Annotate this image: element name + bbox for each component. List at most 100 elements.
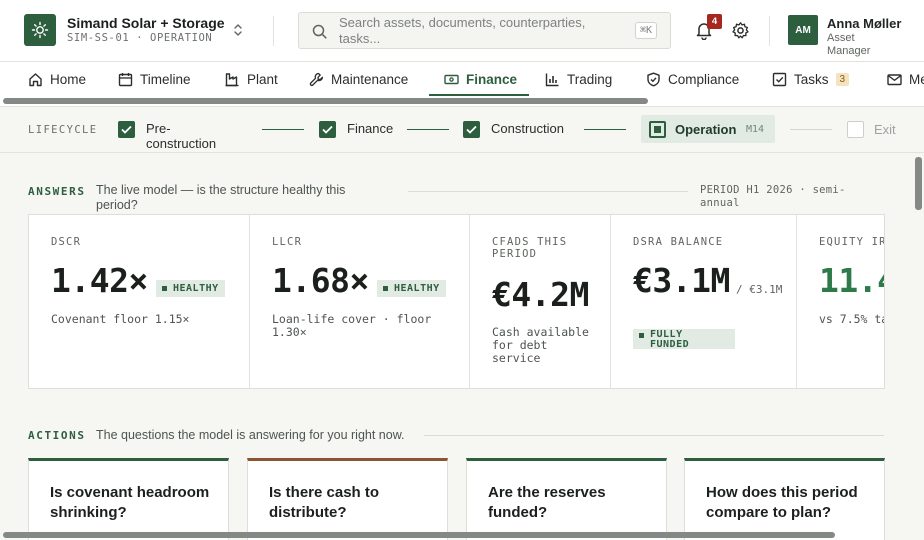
action-question: Are the reserves funded? <box>488 484 606 521</box>
kpi-label: DSCR <box>51 236 82 248</box>
lifecycle-step-finance[interactable]: Finance <box>319 121 393 138</box>
kpi-target: / €3.1M <box>736 283 783 296</box>
search-input[interactable]: Search assets, documents, counterparties… <box>298 12 671 49</box>
nav-label: Trading <box>567 71 613 87</box>
avatar[interactable]: AM <box>788 15 818 45</box>
lifecycle-step-label: Pre-construction <box>146 121 217 151</box>
lifecycle-step-exit[interactable]: Exit <box>874 122 896 137</box>
project-name[interactable]: Simand Solar + Storage <box>67 15 225 31</box>
nav-item-home[interactable]: Home <box>28 62 86 96</box>
chart-icon <box>545 73 559 86</box>
kpi-value: 1.42× <box>51 261 148 300</box>
gear-icon[interactable] <box>731 21 750 45</box>
kpi-dscr[interactable]: DSCR 1.42× HEALTHY Covenant floor 1.15× <box>29 215 250 388</box>
checkbox-icon <box>772 72 787 86</box>
check-icon <box>118 121 135 138</box>
action-question: Is covenant headroom shrinking? <box>50 484 210 521</box>
lifecycle-step-label: Finance <box>347 121 394 136</box>
action-card[interactable]: Are the reserves funded? <box>466 458 667 540</box>
kpi-cfads[interactable]: CFADS THIS PERIOD €4.2M Cash available f… <box>470 215 611 388</box>
nav-item-finance[interactable]: Finance <box>444 62 517 96</box>
kpi-note: vs 7.5% target <box>819 312 884 326</box>
nav-label: Finance <box>466 71 518 87</box>
kpi-label: LLCR <box>272 236 303 248</box>
action-card[interactable]: Is there cash to distribute? <box>247 458 448 540</box>
lifecycle-step-operation[interactable]: Operation M14 <box>641 115 775 143</box>
answers-tag: ANSWERS <box>28 185 86 198</box>
kpi-note: Cash available for debt service <box>492 325 589 365</box>
actions-tag: ACTIONS <box>28 429 86 442</box>
lifecycle-step-meta: M14 <box>746 124 765 135</box>
nav-item-timeline[interactable]: Timeline <box>118 62 191 96</box>
kpi-value: 1.68× <box>272 261 369 300</box>
user-role: Asset Manager <box>827 32 871 57</box>
nav-item-tasks[interactable]: Tasks 3 <box>772 62 850 96</box>
header-divider <box>273 16 274 46</box>
nav-item-maintenance[interactable]: Maintenance <box>309 62 408 96</box>
nav-label: Home <box>50 71 87 87</box>
main-nav: Home Timeline Plant Maintenance Finance … <box>0 62 924 107</box>
lifecycle-step-label: Construction <box>491 121 564 136</box>
search-placeholder: Search assets, documents, counterparties… <box>339 15 586 46</box>
banknote-icon <box>444 74 459 84</box>
nav-item-compliance[interactable]: Compliance <box>646 62 739 96</box>
nav-label: Me <box>909 71 924 87</box>
nav-label: Timeline <box>140 71 191 87</box>
action-card[interactable]: How does this period compare to plan? <box>684 458 885 540</box>
pending-step-icon[interactable] <box>847 121 864 138</box>
lifecycle-step-preconstruction[interactable]: Pre-construction <box>118 121 236 151</box>
kpi-llcr[interactable]: LLCR 1.68× HEALTHY Loan-life cover · flo… <box>250 215 470 388</box>
kpi-equity-irr[interactable]: EQUITY IRR 11.4% vs 7.5% target <box>797 215 884 388</box>
kpi-dsra[interactable]: DSRA BALANCE €3.1M / €3.1M FULLY FUNDED <box>611 215 797 388</box>
notification-badge: 4 <box>707 14 722 29</box>
calendar-icon <box>118 72 133 86</box>
project-subtitle: SIM-SS-01 · OPERATION <box>67 32 213 44</box>
check-icon <box>463 121 480 138</box>
check-icon <box>319 121 336 138</box>
period-label: PERIOD H1 2026 · semi-annual <box>700 184 846 209</box>
lifecycle-step-construction[interactable]: Construction <box>463 121 564 138</box>
lifecycle-connector <box>262 129 304 130</box>
actions-question: The questions the model is answering for… <box>96 428 405 442</box>
action-card[interactable]: Is covenant headroom shrinking? <box>28 458 229 540</box>
mail-icon <box>887 73 902 85</box>
nav-label: Plant <box>247 71 278 87</box>
status-text: HEALTHY <box>173 283 219 294</box>
nav-item-plant[interactable]: Plant <box>225 62 278 96</box>
status-badge: FULLY FUNDED <box>633 329 735 350</box>
status-text: HEALTHY <box>394 283 440 294</box>
chevron-updown-icon[interactable] <box>233 22 243 43</box>
kpi-label: CFADS THIS PERIOD <box>492 236 568 260</box>
horizontal-scrollbar[interactable] <box>3 532 835 538</box>
action-question: How does this period compare to plan? <box>706 484 858 521</box>
nav-item-trading[interactable]: Trading <box>545 62 612 96</box>
nav-scrollbar[interactable] <box>3 98 648 104</box>
factory-icon <box>225 72 239 86</box>
kpi-value: €4.2M <box>492 275 589 314</box>
status-badge: HEALTHY <box>156 280 225 297</box>
header-divider <box>769 16 770 46</box>
sun-logo-icon[interactable] <box>24 14 56 46</box>
lifecycle-title: LIFECYCLE <box>28 124 98 136</box>
search-shortcut: ⌘K <box>634 22 657 39</box>
shield-icon <box>647 72 660 86</box>
user-name[interactable]: Anna Møller <box>827 16 901 31</box>
lifecycle-connector <box>790 129 832 130</box>
nav-label: Tasks <box>794 71 829 87</box>
kpi-value: 11.4% <box>819 261 884 300</box>
kpi-label: EQUITY IRR <box>819 236 884 248</box>
kpi-note: Covenant floor 1.15× <box>51 312 190 326</box>
status-text: FULLY FUNDED <box>650 329 690 350</box>
tasks-count-badge: 3 <box>835 72 850 86</box>
kpi-note: Loan-life cover · floor 1.30× <box>272 312 432 339</box>
lifecycle-connector <box>584 129 626 130</box>
section-rule <box>408 191 688 192</box>
kpi-strip: DSCR 1.42× HEALTHY Covenant floor 1.15× … <box>28 214 885 389</box>
lifecycle-connector <box>407 129 449 130</box>
nav-item-me[interactable]: Me <box>887 62 924 96</box>
active-tab-indicator <box>429 94 529 96</box>
page-scrollbar[interactable] <box>915 157 922 210</box>
kpi-value: €3.1M <box>633 261 730 300</box>
status-badge: HEALTHY <box>377 280 446 297</box>
nav-label: Compliance <box>668 71 740 87</box>
